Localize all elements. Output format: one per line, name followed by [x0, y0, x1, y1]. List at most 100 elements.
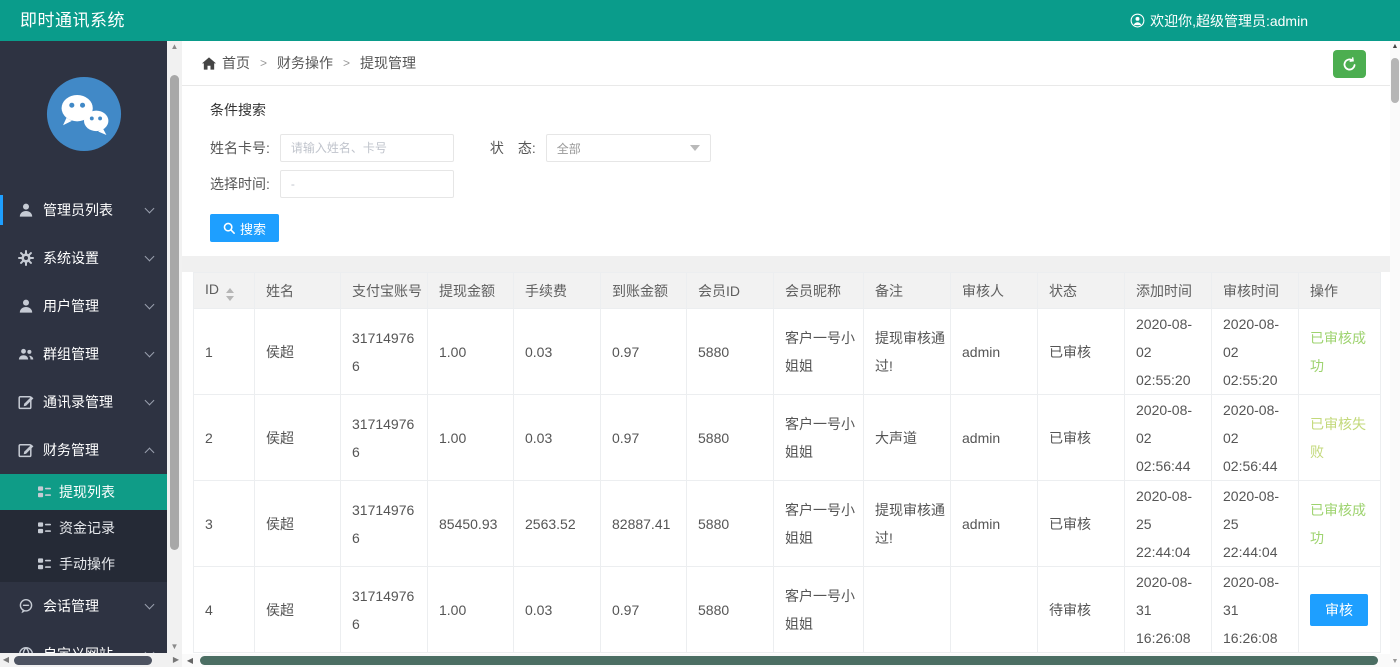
- cell-action: 已审核失败: [1298, 394, 1381, 481]
- cell-member_id: 5880: [686, 394, 774, 481]
- cell-status: 已审核: [1037, 394, 1125, 481]
- withdraw-table-card: ID 姓名 支付宝账号 提现金额 手续费 到账金额 会员ID 会员昵称 备注 审核人 状态 添加时间审…: [182, 272, 1390, 667]
- refresh-button[interactable]: [1333, 50, 1366, 78]
- sidebar-item-label: 群组管理: [43, 346, 99, 362]
- chevron-up-icon: [144, 447, 155, 458]
- sidebar-item-label: 系统设置: [43, 250, 99, 266]
- col-reviewer: 审核人: [950, 272, 1038, 309]
- main-hscrollbar-thumb[interactable]: [200, 656, 1378, 665]
- cell-remark: 大声道: [863, 394, 951, 481]
- cell-id: 3: [193, 480, 255, 567]
- gear-icon: [18, 250, 34, 266]
- home-icon: [202, 56, 216, 70]
- sidebar-item-finance-management[interactable]: 财务管理: [0, 426, 167, 474]
- users-icon: [18, 346, 34, 362]
- sidebar-subitem-label: 资金记录: [59, 520, 115, 536]
- cell-alipay: 317149766: [340, 394, 428, 481]
- cell-name: 侯超: [254, 394, 341, 481]
- cell-remark: [863, 566, 951, 653]
- table-row: 2 侯超 317149766 1.00 0.03 0.97 5880 客户一号小姐姐 大声道 ad…: [193, 394, 1381, 481]
- cell-reviewed: 2020-08-02 02:55:20: [1211, 308, 1299, 395]
- sidebar-vertical-scrollbar: ▲ ▼: [167, 41, 182, 653]
- scroll-down-arrow-icon[interactable]: ▼: [1390, 656, 1400, 667]
- col-amount: 提现金额: [427, 272, 514, 309]
- sidebar-item-label: 管理员列表: [43, 202, 113, 218]
- search-button[interactable]: 搜索: [210, 214, 280, 242]
- sidebar-item-group-management[interactable]: 群组管理: [0, 330, 167, 378]
- sidebar-subitem-manual-operation[interactable]: 手动操作: [0, 546, 167, 582]
- cell-nickname: 客户一号小姐姐: [773, 480, 864, 567]
- sidebar-hscrollbar-thumb[interactable]: [14, 655, 152, 665]
- status-select[interactable]: 全部: [545, 134, 711, 162]
- cell-received: 82887.41: [600, 480, 687, 567]
- scroll-left-arrow-icon[interactable]: ◀: [184, 654, 196, 667]
- action-status-text: 已审核成功: [1310, 501, 1366, 546]
- sort-icon[interactable]: [226, 287, 234, 301]
- caret-down-icon: [689, 145, 700, 151]
- time-range-input[interactable]: [279, 170, 454, 198]
- cell-name: 侯超: [254, 480, 341, 567]
- cell-alipay: 317149766: [340, 566, 428, 653]
- sidebar-item-user-management[interactable]: 用户管理: [0, 282, 167, 330]
- cell-remark: 提现审核通过!: [863, 480, 951, 567]
- cell-added: 2020-08-31 16:26:08: [1124, 566, 1212, 653]
- chevron-down-icon: [144, 299, 155, 309]
- status-select-value: 全部: [556, 141, 581, 156]
- cell-reviewer: admin: [950, 308, 1038, 395]
- app-logo: [0, 41, 167, 186]
- cell-nickname: 客户一号小姐姐: [773, 308, 864, 395]
- table-row: 4 侯超 317149766 1.00 0.03 0.97 5880 客户一号小姐姐 待审核 20…: [193, 566, 1381, 653]
- cell-added: 2020-08-25 22:44:04: [1124, 480, 1212, 567]
- cell-fee: 0.03: [513, 394, 601, 481]
- sidebar-item-system-settings[interactable]: 系统设置: [0, 234, 167, 282]
- scroll-right-arrow-icon[interactable]: ▶: [170, 653, 182, 667]
- user-menu[interactable]: 欢迎你,超级管理员:admin: [1130, 0, 1308, 41]
- cell-name: 侯超: [254, 566, 341, 653]
- breadcrumb-bar: 首页 > 财务操作 > 提现管理: [182, 41, 1390, 86]
- scroll-up-arrow-icon[interactable]: ▲: [1390, 41, 1400, 52]
- sidebar-item-contacts-management[interactable]: 通讯录管理: [0, 378, 167, 426]
- cell-received: 0.97: [600, 566, 687, 653]
- cell-amount: 85450.93: [427, 480, 514, 567]
- sidebar: 管理员列表系统设置用户管理群组管理通讯录管理财务管理 提现列表资金记录手动操作会话…: [0, 41, 167, 667]
- col-name: 姓名: [254, 272, 341, 309]
- col-nickname: 会员昵称: [773, 272, 864, 309]
- col-added: 添加时间: [1124, 272, 1212, 309]
- col-id[interactable]: ID: [193, 272, 255, 309]
- breadcrumb-finance[interactable]: 财务操作: [277, 53, 333, 73]
- cell-reviewer: [950, 566, 1038, 653]
- sidebar-item-label: 通讯录管理: [43, 394, 113, 410]
- sidebar-item-admin-list[interactable]: 管理员列表: [0, 186, 167, 234]
- section-gap: [182, 256, 1390, 272]
- scroll-down-arrow-icon[interactable]: ▼: [167, 641, 182, 653]
- name-card-input[interactable]: [279, 134, 454, 162]
- time-label: 选择时间:: [210, 176, 270, 192]
- review-button[interactable]: 审核: [1310, 593, 1368, 626]
- sidebar-subitem-fund-records[interactable]: 资金记录: [0, 510, 167, 546]
- refresh-icon: [1343, 56, 1356, 70]
- sidebar-submenu: 提现列表资金记录手动操作: [0, 474, 167, 582]
- sidebar-item-label: 会话管理: [43, 598, 99, 614]
- cell-received: 0.97: [600, 394, 687, 481]
- list-icon: [38, 486, 51, 498]
- table-row: 1 侯超 317149766 1.00 0.03 0.97 5880 客户一号小姐姐 提现审核通…: [193, 308, 1381, 395]
- sidebar-subitem-withdraw-list[interactable]: 提现列表: [0, 474, 167, 510]
- main-scrollbar-thumb[interactable]: [1391, 58, 1399, 103]
- sidebar-item-session-management[interactable]: 会话管理: [0, 582, 167, 630]
- cell-fee: 0.03: [513, 566, 601, 653]
- chevron-down-icon: [144, 599, 155, 609]
- sidebar-horizontal-scrollbar: ◀ ▶: [0, 653, 182, 667]
- chat-icon: [18, 598, 34, 614]
- col-alipay: 支付宝账号: [340, 272, 428, 309]
- cell-reviewed: 2020-08-02 02:56:44: [1211, 394, 1299, 481]
- breadcrumb-separator: >: [260, 56, 268, 70]
- wechat-logo-icon: [46, 76, 121, 151]
- sidebar-scrollbar-thumb[interactable]: [170, 75, 179, 550]
- welcome-text: 欢迎你,超级管理员:admin: [1150, 12, 1308, 29]
- breadcrumb-home[interactable]: 首页: [222, 53, 250, 73]
- cell-status: 已审核: [1037, 308, 1125, 395]
- search-panel-title: 条件搜索: [210, 102, 266, 118]
- scroll-left-arrow-icon[interactable]: ◀: [0, 653, 12, 667]
- scroll-up-arrow-icon[interactable]: ▲: [167, 41, 182, 53]
- cell-nickname: 客户一号小姐姐: [773, 394, 864, 481]
